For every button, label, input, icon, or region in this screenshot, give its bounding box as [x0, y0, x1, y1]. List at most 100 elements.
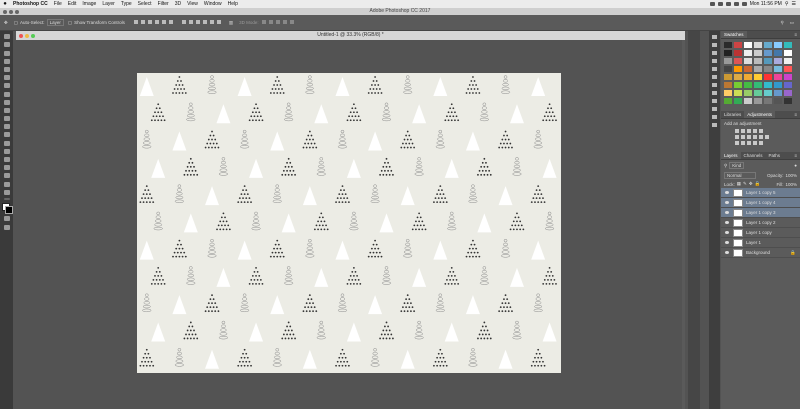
- menu-view[interactable]: View: [184, 1, 201, 7]
- type-tool-icon[interactable]: [3, 157, 10, 162]
- brightness-icon[interactable]: [735, 129, 739, 133]
- more-tools-icon[interactable]: [3, 197, 10, 200]
- color-swatch[interactable]: [774, 66, 782, 72]
- color-swatch[interactable]: [754, 90, 762, 96]
- color-swatch[interactable]: [744, 74, 752, 80]
- curves-icon[interactable]: [747, 129, 751, 133]
- marquee-tool-icon[interactable]: [3, 42, 10, 48]
- apple-menu-icon[interactable]: ●: [0, 1, 10, 7]
- opacity-field[interactable]: 100%: [785, 173, 797, 178]
- color-swatch[interactable]: [774, 58, 782, 64]
- color-balance-icon[interactable]: [741, 135, 745, 139]
- color-swatch[interactable]: [734, 98, 742, 104]
- color-swatch[interactable]: [774, 98, 782, 104]
- color-swatch[interactable]: [774, 90, 782, 96]
- dodge-tool-icon[interactable]: [3, 140, 10, 146]
- close-document-button[interactable]: [19, 33, 23, 38]
- menu-help[interactable]: Help: [225, 1, 241, 7]
- color-swatch[interactable]: [734, 82, 742, 88]
- color-swatch[interactable]: [744, 90, 752, 96]
- color-swatch[interactable]: [724, 42, 732, 48]
- layer-row[interactable]: Layer 1 copy 3: [721, 208, 800, 218]
- search-icon[interactable]: ⚲: [780, 20, 783, 26]
- move-tool-icon[interactable]: [3, 34, 10, 40]
- close-window-button[interactable]: [3, 9, 7, 14]
- filter-kind-dropdown[interactable]: Kind: [729, 162, 745, 169]
- navigator-panel-icon[interactable]: [712, 107, 717, 111]
- background-color[interactable]: [4, 206, 13, 215]
- color-swatch[interactable]: [734, 58, 742, 64]
- minimize-document-button[interactable]: [25, 33, 29, 38]
- status-icon[interactable]: [709, 2, 715, 6]
- invert-icon[interactable]: [735, 141, 739, 145]
- visibility-eye-icon[interactable]: [725, 241, 729, 244]
- color-swatch[interactable]: [744, 98, 752, 104]
- distribute-icon[interactable]: [210, 20, 215, 24]
- pen-tool-icon[interactable]: [3, 148, 10, 154]
- color-swatch[interactable]: [764, 82, 772, 88]
- eyedropper-tool-icon[interactable]: [3, 75, 10, 81]
- color-swatch[interactable]: [734, 66, 742, 72]
- workspace-switcher-icon[interactable]: ▭: [790, 20, 794, 26]
- visibility-eye-icon[interactable]: [725, 221, 729, 224]
- 3d-scale-icon[interactable]: [290, 20, 295, 24]
- minimize-window-button[interactable]: [9, 9, 13, 14]
- color-swatch[interactable]: [764, 42, 772, 48]
- lock-all-icon[interactable]: 🔒: [755, 181, 761, 187]
- channel-mixer-icon[interactable]: [759, 135, 763, 139]
- show-transform-checkbox[interactable]: ▢: [68, 20, 72, 26]
- quick-mask-icon[interactable]: [3, 216, 10, 222]
- wifi-icon[interactable]: [733, 2, 739, 6]
- glyphs-panel-icon[interactable]: [712, 99, 717, 103]
- lock-image-icon[interactable]: ✎: [743, 181, 747, 187]
- color-swatch[interactable]: [744, 58, 752, 64]
- panel-menu-icon[interactable]: ≡: [791, 112, 800, 117]
- align-bottom-icon[interactable]: [148, 20, 153, 24]
- align-right-icon[interactable]: [169, 20, 174, 24]
- menu-filter[interactable]: Filter: [155, 1, 172, 7]
- color-swatch[interactable]: [774, 50, 782, 56]
- color-swatch[interactable]: [784, 82, 792, 88]
- color-panel-icon[interactable]: [712, 67, 717, 71]
- color-swatch[interactable]: [754, 74, 762, 80]
- brush-panel-icon[interactable]: [712, 75, 717, 79]
- color-swatch[interactable]: [774, 82, 782, 88]
- color-swatch[interactable]: [774, 74, 782, 80]
- document-tab[interactable]: Untitled-1 @ 33.3% (RGB/8) *: [16, 31, 685, 40]
- hand-tool-icon[interactable]: [3, 181, 10, 187]
- shape-tool-icon[interactable]: [3, 173, 10, 179]
- 3d-pan-icon[interactable]: [276, 20, 281, 24]
- color-swatch[interactable]: [744, 82, 752, 88]
- blur-tool-icon[interactable]: [3, 132, 10, 138]
- menu-list-icon[interactable]: ☰: [792, 1, 796, 7]
- visibility-eye-icon[interactable]: [725, 211, 729, 214]
- screen-mode-icon[interactable]: [3, 224, 10, 230]
- auto-align-icon[interactable]: ▥: [229, 20, 233, 26]
- layer-row[interactable]: Layer 1 copy 4: [721, 198, 800, 208]
- color-swatch[interactable]: [774, 42, 782, 48]
- color-swatch[interactable]: [764, 90, 772, 96]
- distribute-icon[interactable]: [182, 20, 187, 24]
- align-left-icon[interactable]: [155, 20, 160, 24]
- character-panel-icon[interactable]: [712, 83, 717, 87]
- color-swatch[interactable]: [784, 42, 792, 48]
- tab-paths[interactable]: Paths: [766, 153, 784, 158]
- menu-select[interactable]: Select: [135, 1, 155, 7]
- menubar-clock[interactable]: Mon 11:56 PM: [750, 1, 782, 7]
- color-swatch[interactable]: [734, 50, 742, 56]
- brush-tool-icon[interactable]: [3, 91, 10, 97]
- color-swatch[interactable]: [734, 90, 742, 96]
- history-panel-icon[interactable]: [712, 35, 717, 39]
- battery-icon[interactable]: [725, 2, 731, 6]
- 3d-rotate-icon[interactable]: [262, 20, 267, 24]
- volume-icon[interactable]: [741, 2, 747, 6]
- distribute-icon[interactable]: [189, 20, 194, 24]
- color-swatch[interactable]: [734, 74, 742, 80]
- color-swatch[interactable]: [754, 82, 762, 88]
- color-swatch[interactable]: [734, 42, 742, 48]
- color-swatch[interactable]: [784, 74, 792, 80]
- hue-saturation-icon[interactable]: [735, 135, 739, 139]
- history-brush-tool-icon[interactable]: [3, 107, 10, 113]
- timeline-panel-icon[interactable]: [712, 123, 717, 127]
- actions-panel-icon[interactable]: [712, 43, 717, 47]
